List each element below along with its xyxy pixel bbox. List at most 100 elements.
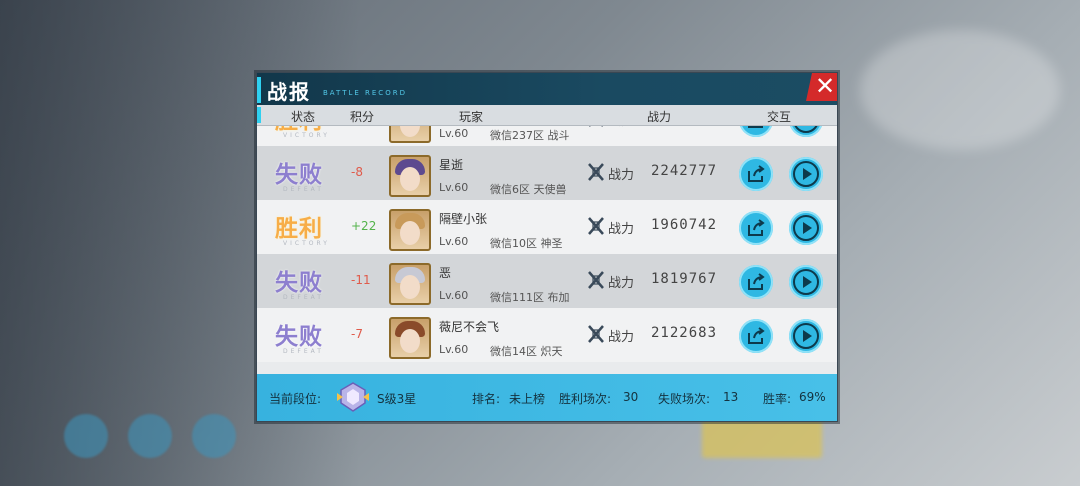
- replay-button[interactable]: [789, 211, 823, 245]
- replay-button[interactable]: [789, 319, 823, 353]
- result-label: 失败: [275, 324, 323, 350]
- background-glow: [860, 30, 1060, 150]
- background-action-button: [702, 418, 822, 458]
- avatar-face: [400, 167, 420, 191]
- power-label: 战力: [608, 222, 635, 237]
- battle-row: 失败 DEFEAT -11 恶 Lv.60 微信111区 布加 战力 1819767: [257, 254, 837, 308]
- power-icon: [589, 126, 603, 127]
- column-status: 状态: [291, 110, 316, 124]
- player-avatar[interactable]: [389, 209, 431, 251]
- background-button: [128, 414, 172, 458]
- share-button[interactable]: [739, 319, 773, 353]
- replay-button[interactable]: [789, 157, 823, 191]
- result-label: 胜利: [275, 216, 323, 242]
- player-server: 微信237区 战斗: [490, 129, 570, 142]
- wins-value: 30: [623, 390, 639, 404]
- player-level: Lv.60: [439, 181, 469, 194]
- battle-row: 胜利 VICTORY +22 隔壁小张 Lv.60 微信10区 神圣 战力 1960742: [257, 200, 837, 254]
- share-icon: [748, 219, 765, 236]
- dialog-subtitle: BATTLE RECORD: [323, 89, 407, 97]
- losses-value: 13: [723, 390, 739, 404]
- player-server: 微信10区 神圣: [490, 237, 563, 250]
- background-button: [64, 414, 108, 458]
- close-icon: ✕: [814, 72, 836, 100]
- result-sublabel: DEFEAT: [283, 186, 324, 193]
- result-sublabel: VICTORY: [283, 240, 330, 247]
- column-interact: 交互: [767, 110, 792, 124]
- column-power: 战力: [647, 110, 672, 124]
- share-button[interactable]: [739, 126, 773, 137]
- player-avatar[interactable]: [389, 155, 431, 197]
- share-icon: [748, 273, 765, 290]
- share-icon: [748, 126, 763, 128]
- power-icon: [588, 325, 604, 343]
- losses-label: 失败场次:: [658, 392, 711, 406]
- player-server: 微信111区 布加: [490, 291, 570, 304]
- ranking-value: 未上榜: [509, 392, 546, 406]
- share-icon: [748, 165, 765, 182]
- power-icon: [588, 217, 604, 235]
- battle-list[interactable]: 胜利VICTORY+13Lv.60微信237区 战斗战力1876354失败DEF…: [257, 126, 837, 373]
- column-score: 积分: [350, 110, 375, 124]
- result-sublabel: DEFEAT: [283, 294, 324, 301]
- score-change: +22: [351, 219, 377, 233]
- power-value: 1960742: [651, 217, 718, 233]
- result-label: 失败: [275, 162, 323, 188]
- dialog-title-bar: 战报 BATTLE RECORD: [257, 73, 837, 105]
- share-button[interactable]: [739, 265, 773, 299]
- battle-report-dialog: 战报 BATTLE RECORD ✕ 状态 积分 玩家 战力 交互 胜利VICT…: [256, 72, 838, 422]
- stats-footer: 当前段位: S级3星 排名: 未上榜 胜利场次: 30 失败场次: 13 胜率:…: [257, 374, 837, 421]
- player-level: Lv.60: [439, 235, 469, 248]
- result-sublabel: VICTORY: [283, 132, 330, 139]
- player-name: 隔壁小张: [439, 212, 488, 226]
- play-icon: [793, 269, 819, 295]
- avatar-face: [400, 275, 420, 299]
- power-label: 战力: [608, 330, 635, 345]
- play-icon: [793, 323, 819, 349]
- winrate-label: 胜率:: [763, 392, 792, 406]
- avatar-face: [400, 221, 420, 245]
- dialog-title: 战报: [267, 80, 311, 104]
- power-value: 1819767: [651, 271, 718, 287]
- replay-button[interactable]: [789, 265, 823, 299]
- background-button: [192, 414, 236, 458]
- replay-button[interactable]: [789, 126, 823, 137]
- column-header: 状态 积分 玩家 战力 交互: [257, 105, 837, 126]
- wins-label: 胜利场次:: [559, 392, 612, 406]
- rank-value: S级3星: [377, 392, 417, 406]
- result-label: 失败: [275, 270, 323, 296]
- player-avatar[interactable]: [389, 317, 431, 359]
- battle-row: 失败 DEFEAT -8 星逝 Lv.60 微信6区 天使兽 战力 2242777: [257, 146, 837, 200]
- power-value: 2122683: [651, 325, 718, 341]
- ranking-label: 排名:: [472, 392, 501, 406]
- share-button[interactable]: [739, 157, 773, 191]
- share-button[interactable]: [739, 211, 773, 245]
- avatar-face: [400, 126, 420, 137]
- player-avatar[interactable]: [389, 263, 431, 305]
- player-name: 薇尼不会飞: [439, 320, 500, 334]
- play-icon: [793, 215, 819, 241]
- header-accent: [257, 107, 261, 123]
- play-icon: [793, 126, 819, 133]
- rank-label: 当前段位:: [269, 392, 322, 406]
- play-icon: [793, 161, 819, 187]
- power-icon: [588, 271, 604, 289]
- score-change: -7: [351, 327, 363, 341]
- battle-row: 失败 DEFEAT -7 薇尼不会飞 Lv.60 微信14区 炽天 战力 2122683: [257, 308, 837, 362]
- power-label: 战力: [608, 168, 635, 183]
- share-icon: [748, 327, 765, 344]
- player-level: Lv.60: [439, 127, 469, 140]
- score-change: -8: [351, 165, 363, 179]
- player-avatar[interactable]: [389, 126, 431, 143]
- avatar-face: [400, 329, 420, 353]
- power-label: 战力: [608, 126, 634, 129]
- result-sublabel: DEFEAT: [283, 348, 324, 355]
- player-level: Lv.60: [439, 289, 469, 302]
- battle-row: 胜利VICTORY+13Lv.60微信237区 战斗战力1876354: [257, 126, 837, 146]
- player-name: 恶: [439, 266, 452, 280]
- title-accent: [257, 77, 261, 103]
- winrate-value: 69%: [799, 390, 826, 404]
- player-server: 微信6区 天使兽: [490, 183, 567, 196]
- player-server: 微信14区 炽天: [490, 345, 563, 358]
- power-icon: [588, 163, 604, 181]
